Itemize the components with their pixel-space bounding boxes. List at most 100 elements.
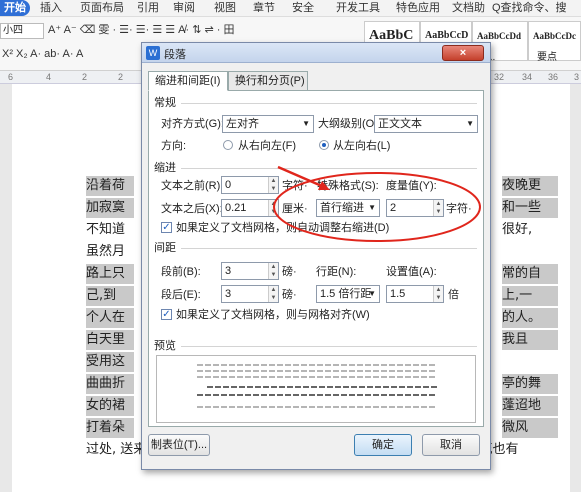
section-general: 常规	[154, 97, 176, 109]
style-key-point[interactable]: AaBbCcDc 要点	[528, 21, 581, 63]
document-line[interactable]: 路上只	[86, 264, 134, 284]
menu-page-layout[interactable]: 页面布局	[80, 1, 124, 15]
measure-label: 度量值(Y):	[386, 180, 437, 192]
menu-developer[interactable]: 开发工具	[336, 1, 380, 15]
menu-start-tab[interactable]: 开始	[0, 0, 30, 16]
indent-before-label: 文本之前(R):	[161, 180, 224, 192]
paragraph-preview	[156, 355, 476, 423]
document-line[interactable]: 己,到	[86, 286, 134, 306]
indent-after-unit[interactable]: 厘米·	[282, 202, 308, 216]
menu-view[interactable]: 视图	[214, 1, 236, 15]
font-size-select[interactable]: 小四	[0, 23, 44, 39]
chevron-down-icon: ▼	[368, 289, 376, 298]
document-line-end[interactable]: 夜晚更	[502, 176, 558, 196]
setting-value-label: 设置值(A):	[386, 266, 437, 278]
paragraph-dialog: W 段落 × 缩进和间距(I) 换行和分页(P) 常规 对齐方式(G): 左对齐…	[141, 42, 491, 470]
menu-insert[interactable]: 插入	[40, 1, 62, 15]
section-preview: 预览	[154, 340, 176, 352]
tab-panel-indent-spacing: 常规 对齐方式(G): 左对齐 ▼ 大纲级别(O): 正文文本 ▼ 方向: 从右向左…	[148, 90, 484, 427]
menu-security[interactable]: 安全	[292, 1, 314, 15]
document-line-end[interactable]: 常的自	[502, 264, 558, 284]
indent-before-input[interactable]: 0 ▲ ▼	[221, 176, 279, 194]
menu-special-apps[interactable]: 特色应用	[396, 1, 440, 15]
ltr-label: 从左向右(L)	[333, 140, 391, 152]
spinner-arrows-icon[interactable]: ▲ ▼	[268, 263, 278, 279]
close-button[interactable]: ×	[442, 45, 484, 61]
document-line-end[interactable]: 微风	[502, 418, 558, 438]
menu-references[interactable]: 引用	[137, 1, 159, 15]
document-line[interactable]: 加寂寞	[86, 198, 134, 218]
divider	[181, 346, 477, 347]
tab-indent-spacing[interactable]: 缩进和间距(I)	[148, 71, 228, 91]
divider	[181, 248, 477, 249]
spinner-arrows-icon[interactable]: ▲ ▼	[268, 200, 278, 216]
document-line-end[interactable]: 的人。	[502, 308, 558, 328]
space-before-unit[interactable]: 磅·	[282, 265, 297, 279]
document-line[interactable]: 虽然月	[86, 242, 134, 262]
dialog-titlebar[interactable]: W 段落 ×	[142, 43, 490, 63]
outline-level-select[interactable]: 正文文本 ▼	[374, 115, 478, 133]
rtl-label: 从右向左(F)	[238, 140, 297, 152]
auto-right-indent-checkbox[interactable]: ✓	[161, 222, 172, 233]
document-line[interactable]: 女的裙	[86, 396, 134, 416]
snap-to-grid-checkbox[interactable]: ✓	[161, 309, 172, 320]
rtl-radio[interactable]	[223, 140, 233, 150]
cancel-button[interactable]: 取消	[422, 434, 480, 456]
document-line-end[interactable]: 亭的舞	[502, 374, 558, 394]
spinner-arrows-icon[interactable]: ▲ ▼	[433, 286, 443, 302]
format-toolbar-row1[interactable]: A⁺ A⁻ ⌫ 雯 · ☰· ☰· ☰ ☰ A̸· ⇅ ⇌ · 田	[48, 23, 366, 37]
special-format-select[interactable]: 首行缩进 ▼	[316, 199, 380, 217]
measure-unit[interactable]: 字符·	[446, 202, 472, 216]
document-line-end[interactable]: 蓬迢地	[502, 396, 558, 416]
ok-button[interactable]: 确定	[354, 434, 412, 456]
divider	[181, 168, 477, 169]
section-spacing: 间距	[154, 242, 176, 254]
menu-doc-assistant[interactable]: 文档助	[452, 1, 488, 15]
auto-right-indent-label: 如果定义了文档网格，则自动调整右缩进(D)	[176, 222, 390, 234]
preview-line	[197, 406, 437, 408]
space-after-unit[interactable]: 磅·	[282, 288, 297, 302]
document-line[interactable]: 白天里	[86, 330, 134, 350]
document-line-end[interactable]: 和一些	[502, 198, 558, 218]
preview-line	[197, 394, 437, 396]
format-toolbar-row2[interactable]: X² X₂ A· ab· A· A	[2, 47, 83, 61]
direction-label: 方向:	[161, 140, 187, 152]
snap-to-grid-label: 如果定义了文档网格，则与网格对齐(W)	[176, 309, 370, 321]
tab-stops-button[interactable]: 制表位(T)...	[148, 434, 210, 456]
align-select[interactable]: 左对齐 ▼	[222, 115, 314, 133]
spinner-arrows-icon[interactable]: ▲ ▼	[268, 177, 278, 193]
outline-level-label: 大纲级别(O):	[318, 118, 381, 130]
setting-value-input[interactable]: 1.5 ▲ ▼	[386, 285, 444, 303]
document-line-end[interactable]: 很好,	[502, 220, 558, 240]
chevron-down-icon: ▼	[302, 119, 310, 128]
document-line[interactable]: 曲曲折	[86, 374, 134, 394]
document-line[interactable]: 沿着荷	[86, 176, 134, 196]
indent-before-unit[interactable]: 字符·	[282, 179, 308, 193]
align-label: 对齐方式(G):	[161, 118, 224, 130]
space-before-input[interactable]: 3 ▲ ▼	[221, 262, 279, 280]
document-line[interactable]: 受用这	[86, 352, 134, 372]
document-line[interactable]: 打着朵	[86, 418, 134, 438]
search-commands[interactable]: Q查找命令、搜	[492, 1, 581, 15]
ltr-radio[interactable]	[319, 140, 329, 150]
document-line-end[interactable]: 上,一	[502, 286, 558, 306]
spinner-arrows-icon[interactable]: ▲ ▼	[433, 200, 443, 216]
document-line[interactable]: 不知道	[86, 220, 134, 240]
menu-bar: 开始 插入 页面布局 引用 审阅 视图 章节 安全 开发工具 特色应用 文档助 …	[0, 0, 581, 17]
menu-chapter[interactable]: 章节	[253, 1, 275, 15]
space-before-label: 段前(B):	[161, 266, 201, 278]
measure-input[interactable]: 2 ▲ ▼	[386, 199, 444, 217]
preview-line	[197, 364, 437, 366]
document-line[interactable]: 个人在	[86, 308, 134, 328]
line-spacing-select[interactable]: 1.5 倍行距 ▼	[316, 285, 380, 303]
preview-line	[197, 376, 437, 378]
menu-review[interactable]: 审阅	[173, 1, 195, 15]
space-after-input[interactable]: 3 ▲ ▼	[221, 285, 279, 303]
spinner-arrows-icon[interactable]: ▲ ▼	[268, 286, 278, 302]
tab-line-page-breaks[interactable]: 换行和分页(P)	[228, 71, 308, 91]
indent-after-input[interactable]: 0.21 ▲ ▼	[221, 199, 279, 217]
space-after-label: 段后(E):	[161, 289, 201, 301]
document-line-end[interactable]: 我且	[502, 330, 558, 350]
dialog-title: 段落	[164, 49, 186, 61]
preview-line	[207, 386, 437, 388]
